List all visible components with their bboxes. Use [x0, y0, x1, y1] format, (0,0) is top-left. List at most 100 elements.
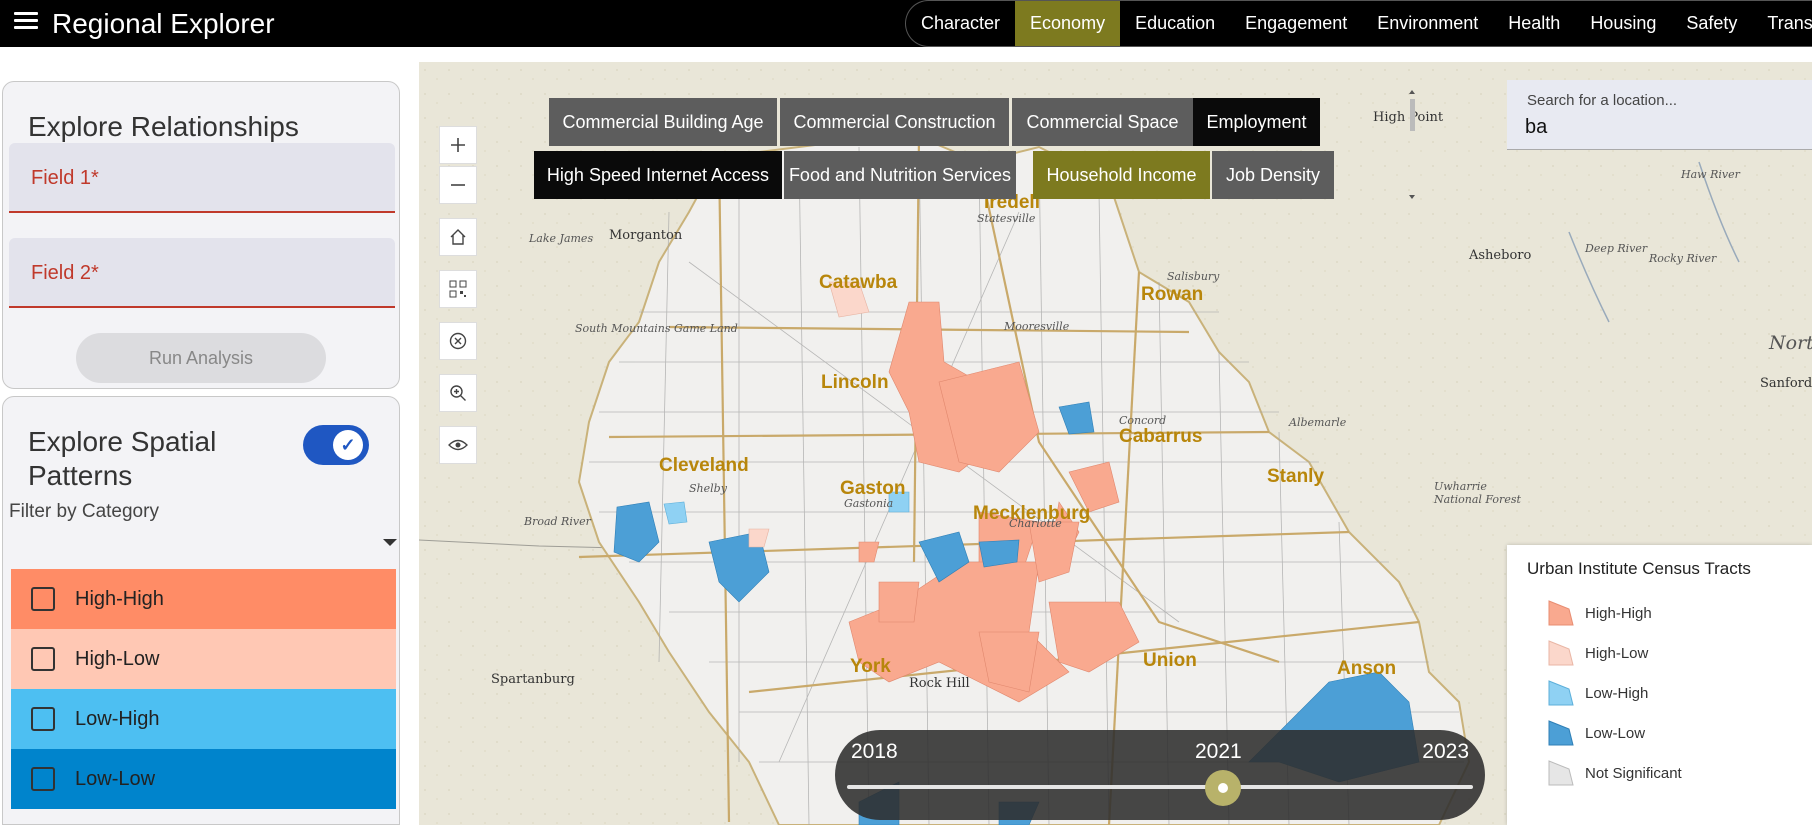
county-label: Cabarrus	[1119, 426, 1203, 447]
nav-environment[interactable]: Environment	[1362, 1, 1493, 46]
place-label: Uwharrie National Forest	[1434, 480, 1521, 506]
county-label: Anson	[1337, 658, 1397, 679]
place-label: Broad River	[524, 515, 591, 528]
checkbox[interactable]	[31, 647, 55, 671]
home-button[interactable]	[439, 218, 477, 256]
chip-commercial-building-age[interactable]: Commercial Building Age	[549, 98, 777, 146]
visibility-button[interactable]	[439, 426, 477, 464]
filter-label: Filter by Category	[9, 501, 159, 522]
zoom-out-button[interactable]	[439, 166, 477, 204]
legend-label: High-Low	[1585, 644, 1649, 662]
chip-employment[interactable]: Employment	[1193, 98, 1320, 146]
place-label: Deep River	[1585, 242, 1648, 255]
nav-character[interactable]: Character	[906, 1, 1015, 46]
nav-education[interactable]: Education	[1120, 1, 1230, 46]
place-label: Rock Hill	[909, 676, 970, 691]
search-label: Search for a location...	[1527, 92, 1678, 109]
nav-transportation[interactable]: Transpo	[1752, 1, 1812, 46]
legend-swatch	[1548, 640, 1574, 666]
filter-option-high-high[interactable]: High-High	[11, 569, 396, 629]
home-icon	[450, 229, 466, 245]
place-label: South Mountains Game Land	[575, 322, 738, 335]
place-label: Albemarle	[1289, 416, 1347, 429]
close-circle-icon	[449, 332, 467, 350]
timeline-end-label: 2023	[1422, 740, 1469, 763]
timeline-thumb[interactable]	[1204, 770, 1241, 806]
search-input[interactable]	[1525, 116, 1795, 139]
legend-swatch	[1548, 680, 1574, 706]
county-label: Mecklenburg	[973, 503, 1091, 524]
county-label: Union	[1143, 650, 1197, 671]
place-label: Lake James	[529, 232, 594, 245]
nav-economy[interactable]: Economy	[1015, 1, 1121, 46]
field1-label: Field 1*	[31, 167, 99, 189]
legend-item: Not Significant	[1547, 759, 1682, 787]
county-label: Lincoln	[821, 372, 889, 393]
nav-health[interactable]: Health	[1493, 1, 1575, 46]
checkbox[interactable]	[31, 767, 55, 791]
county-label: Stanly	[1267, 466, 1325, 487]
nav-engagement[interactable]: Engagement	[1230, 1, 1362, 46]
plus-icon	[451, 138, 465, 152]
spatial-patterns-title: Explore Spatial Patterns	[28, 426, 217, 491]
qr-code-button[interactable]	[439, 270, 477, 308]
location-search[interactable]: Search for a location...	[1507, 80, 1812, 150]
county-label: Gaston	[840, 478, 906, 499]
place-label: Shelby	[689, 482, 727, 495]
place-label: Salisbury	[1167, 270, 1220, 283]
map-legend: Urban Institute Census Tracts High-High …	[1507, 545, 1812, 825]
place-label: North Caro	[1769, 332, 1812, 354]
filter-option-low-high[interactable]: Low-High	[11, 689, 396, 749]
spatial-patterns-panel: Explore Spatial Patterns ✓ Filter by Cat…	[2, 396, 400, 825]
checkbox[interactable]	[31, 707, 55, 731]
menu-icon[interactable]	[14, 12, 38, 32]
spatial-patterns-toggle[interactable]: ✓	[303, 425, 369, 465]
filter-category-select[interactable]	[9, 527, 399, 557]
chip-high-speed-internet-access[interactable]: High Speed Internet Access	[534, 151, 782, 199]
check-icon: ✓	[333, 430, 363, 460]
chip-food-nutrition-services[interactable]: Food and Nutrition Services	[784, 151, 1016, 199]
timeline-track[interactable]	[847, 785, 1473, 789]
zoom-magnifier-icon	[450, 385, 466, 401]
chip-household-income[interactable]: Household Income	[1033, 151, 1210, 199]
county-label: Rowan	[1141, 284, 1204, 305]
place-label: Mooresville	[1004, 320, 1070, 333]
option-label: High-Low	[75, 647, 160, 670]
chip-commercial-space[interactable]: Commercial Space	[1012, 98, 1193, 146]
nav-safety[interactable]: Safety	[1671, 1, 1752, 46]
legend-item: Low-High	[1547, 679, 1648, 707]
place-label: Haw River	[1681, 168, 1740, 181]
top-bar: Regional Explorer Character Economy Educ…	[0, 0, 1812, 47]
eye-icon	[448, 439, 468, 451]
option-label: Low-Low	[75, 767, 156, 790]
checkbox[interactable]	[31, 587, 55, 611]
zoom-in-button[interactable]	[439, 126, 477, 164]
legend-label: Low-High	[1585, 684, 1649, 702]
chip-job-density[interactable]: Job Density	[1212, 151, 1334, 199]
legend-item: Low-Low	[1547, 719, 1645, 747]
clear-button[interactable]	[439, 322, 477, 360]
county-label: Catawba	[819, 272, 898, 293]
legend-swatch	[1548, 720, 1574, 746]
topic-nav: Character Economy Education Engagement E…	[905, 0, 1812, 47]
chevron-down-icon	[383, 539, 397, 546]
filter-option-high-low[interactable]: High-Low	[11, 629, 396, 689]
relationships-panel: Explore Relationships Field 1* Field 2* …	[2, 81, 400, 389]
filter-option-low-low[interactable]: Low-Low	[11, 749, 396, 809]
option-label: High-High	[75, 587, 164, 610]
timeline-current-label: 2021	[1195, 740, 1242, 763]
time-slider[interactable]: 2018 2021 2023	[835, 730, 1485, 820]
field1-select[interactable]: Field 1*	[9, 143, 395, 213]
qr-code-icon	[449, 280, 467, 298]
relationships-title: Explore Relationships	[28, 111, 299, 142]
nav-housing[interactable]: Housing	[1575, 1, 1671, 46]
chip-commercial-construction[interactable]: Commercial Construction	[780, 98, 1009, 146]
chip-scrollbar[interactable]	[1407, 87, 1417, 202]
place-label: Sanford	[1760, 376, 1812, 391]
legend-title: Urban Institute Census Tracts	[1527, 559, 1751, 578]
legend-label: Low-Low	[1585, 724, 1646, 742]
run-analysis-button[interactable]: Run Analysis	[76, 333, 326, 383]
county-label: York	[850, 656, 891, 677]
magnify-button[interactable]	[439, 374, 477, 412]
field2-select[interactable]: Field 2*	[9, 238, 395, 308]
